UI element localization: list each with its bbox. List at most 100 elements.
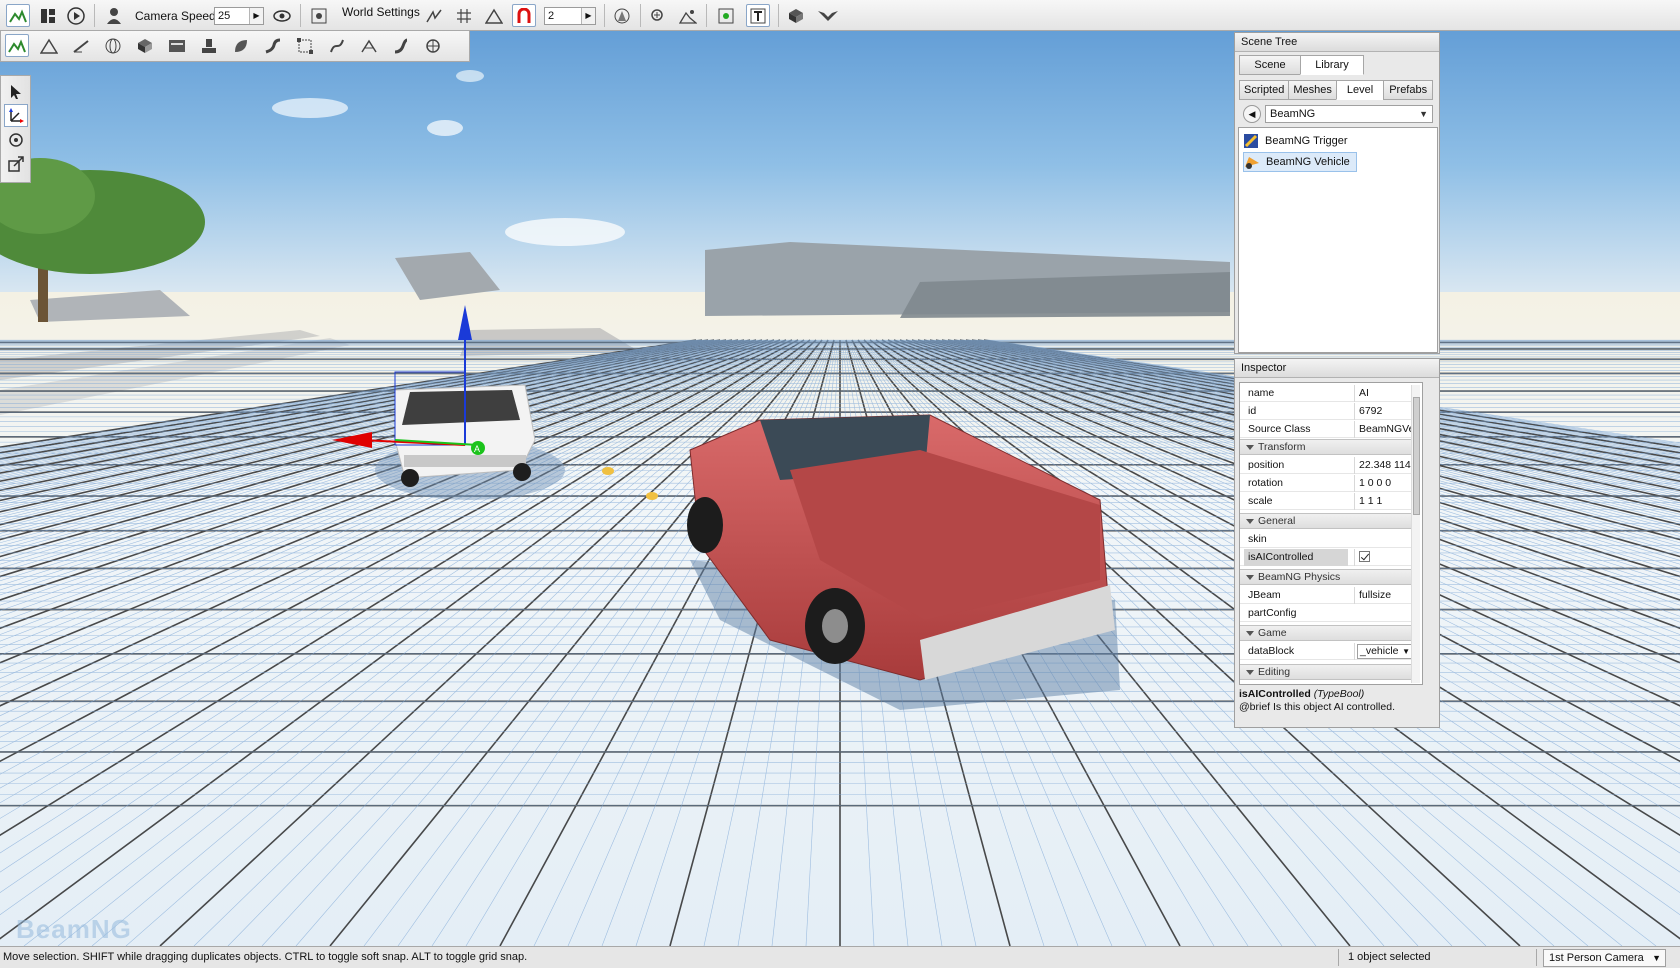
- move-gizmo-icon[interactable]: [4, 104, 28, 127]
- group-game[interactable]: Game: [1240, 625, 1414, 641]
- rotate-gizmo-icon[interactable]: [4, 128, 28, 151]
- spline-icon[interactable]: [325, 34, 349, 57]
- scene-tree-panel: Scene Tree Scene Library Scripted Meshes…: [1234, 32, 1440, 354]
- camera-person-icon[interactable]: [102, 4, 126, 27]
- list-item-label: BeamNG Trigger: [1265, 135, 1348, 147]
- back-arrow-icon[interactable]: ◀: [1243, 105, 1261, 123]
- status-bar: Move selection. SHIFT while dragging dup…: [0, 946, 1680, 968]
- datablock-value: _vehicle: [1360, 645, 1399, 657]
- property-grid: name AI id 6792 Source Class BeamNGVehi Tra…: [1239, 382, 1423, 685]
- camera-speed-value: 25: [218, 10, 231, 22]
- visibility-eye-icon[interactable]: [270, 4, 294, 27]
- object-bounds-icon[interactable]: [610, 4, 634, 27]
- library-list: BeamNG Trigger BeamNG Vehicle: [1238, 127, 1438, 353]
- list-item-beamng-trigger[interactable]: BeamNG Trigger: [1243, 131, 1354, 151]
- terrain-editor-icon[interactable]: [37, 34, 61, 57]
- play-icon[interactable]: [64, 4, 88, 27]
- inspector-scrollbar[interactable]: [1411, 385, 1420, 683]
- property-row-rotation[interactable]: rotation 1 0 0 0: [1240, 475, 1414, 492]
- tab-scene[interactable]: Scene: [1239, 55, 1301, 75]
- property-key: Source Class: [1248, 423, 1311, 435]
- tab-library[interactable]: Library: [1300, 55, 1364, 75]
- property-row-name[interactable]: name AI: [1240, 385, 1414, 402]
- object-editor-icon[interactable]: [5, 34, 29, 57]
- gizmo-axis-label: A: [474, 444, 480, 454]
- snap-icon[interactable]: [422, 4, 446, 27]
- forest-leaf-icon[interactable]: [229, 34, 253, 57]
- camera-speed-input[interactable]: 25 ▶: [214, 7, 264, 25]
- navmesh-icon[interactable]: [357, 34, 381, 57]
- property-key: position: [1248, 459, 1285, 471]
- property-row-source-class[interactable]: Source Class BeamNGVehi: [1240, 421, 1414, 438]
- property-row-position[interactable]: position 22.348 114.0: [1240, 457, 1414, 474]
- help-field-type: (TypeBool): [1313, 688, 1365, 700]
- tab-level[interactable]: Level: [1335, 80, 1385, 100]
- category-dropdown[interactable]: BeamNG ▼: [1265, 105, 1433, 123]
- property-row-skin[interactable]: skin: [1240, 531, 1414, 548]
- property-key: name: [1248, 387, 1275, 399]
- property-value: BeamNGVehi: [1354, 421, 1414, 438]
- list-item-beamng-vehicle[interactable]: BeamNG Vehicle: [1243, 152, 1357, 172]
- tab-scripted[interactable]: Scripted: [1239, 80, 1290, 100]
- scrollbar-thumb[interactable]: [1413, 397, 1420, 515]
- prefab-icon[interactable]: [784, 4, 808, 27]
- material-cube-icon[interactable]: [133, 34, 157, 57]
- property-key: isAIControlled: [1244, 549, 1348, 566]
- property-row-partconfig[interactable]: partConfig: [1240, 605, 1414, 622]
- chevron-right-icon[interactable]: ▶: [581, 8, 595, 24]
- help-description: @brief Is this object AI controlled.: [1239, 701, 1395, 713]
- scale-gizmo-icon[interactable]: [4, 152, 28, 175]
- screenshot-icon[interactable]: [307, 4, 331, 27]
- group-editing[interactable]: Editing: [1240, 664, 1414, 680]
- property-row-isaicontrolled[interactable]: isAIControlled: [1240, 549, 1414, 566]
- decal-stamp-icon[interactable]: [197, 34, 221, 57]
- terrain-snap-icon[interactable]: [482, 4, 506, 27]
- property-value[interactable]: fullsize: [1354, 587, 1414, 604]
- property-row-datablock[interactable]: dataBlock _vehicle ▼: [1240, 643, 1414, 660]
- property-row-scale[interactable]: scale 1 1 1: [1240, 493, 1414, 510]
- chevron-down-icon: ▼: [1402, 647, 1410, 656]
- group-beamng-physics[interactable]: BeamNG Physics: [1240, 569, 1414, 585]
- sun-sphere-icon[interactable]: [101, 34, 125, 57]
- camera-mode-dropdown[interactable]: 1st Person Camera ▼: [1543, 949, 1666, 967]
- group-transform[interactable]: Transform: [1240, 439, 1414, 455]
- isaicontrolled-checkbox[interactable]: [1359, 551, 1370, 562]
- zoom-icon[interactable]: [646, 4, 670, 27]
- select-arrow-icon[interactable]: [4, 80, 28, 103]
- datablock-icon[interactable]: [165, 34, 189, 57]
- camera-terrain-icon[interactable]: [676, 4, 700, 27]
- grid-snap-icon[interactable]: [452, 4, 476, 27]
- mesh-road-icon[interactable]: [389, 34, 413, 57]
- chevron-right-icon[interactable]: ▶: [249, 8, 263, 24]
- tab-meshes[interactable]: Meshes: [1288, 80, 1337, 100]
- property-row-id[interactable]: id 6792: [1240, 403, 1414, 420]
- gui-editor-icon[interactable]: [36, 4, 60, 27]
- text-labels-icon[interactable]: [746, 4, 770, 27]
- tab-prefabs[interactable]: Prefabs: [1383, 80, 1434, 100]
- vehicle-icon: [1244, 154, 1260, 170]
- river-road-icon[interactable]: [261, 34, 285, 57]
- property-key: id: [1248, 405, 1257, 417]
- property-row-jbeam[interactable]: JBeam fullsize: [1240, 587, 1414, 604]
- snap-value-input[interactable]: 2 ▶: [544, 7, 596, 25]
- property-value[interactable]: 22.348 114.0: [1354, 457, 1414, 474]
- world-editor-icon[interactable]: [6, 4, 30, 27]
- property-value[interactable]: 1 0 0 0: [1354, 475, 1414, 492]
- terrain-painter-icon[interactable]: [69, 34, 93, 57]
- group-general[interactable]: General: [1240, 513, 1414, 529]
- property-value[interactable]: AI: [1354, 385, 1414, 402]
- property-value: 6792: [1354, 403, 1414, 420]
- wing-logo-icon[interactable]: [816, 4, 840, 27]
- datablock-dropdown[interactable]: _vehicle ▼: [1357, 644, 1413, 659]
- property-key: skin: [1248, 533, 1267, 545]
- center-selection-icon[interactable]: [714, 4, 738, 27]
- property-value[interactable]: 1 1 1: [1354, 493, 1414, 510]
- status-selection-count: 1 object selected: [1348, 951, 1431, 963]
- chevron-down-icon: ▼: [1419, 109, 1428, 119]
- particle-editor-icon[interactable]: [421, 34, 445, 57]
- magnet-icon[interactable]: [512, 4, 536, 27]
- beamng-watermark: BeamNG: [16, 914, 132, 944]
- world-settings-label[interactable]: World Settings: [342, 5, 420, 19]
- bounding-box-icon[interactable]: [293, 34, 317, 57]
- property-help: isAIControlled (TypeBool) @brief Is this…: [1239, 688, 1429, 714]
